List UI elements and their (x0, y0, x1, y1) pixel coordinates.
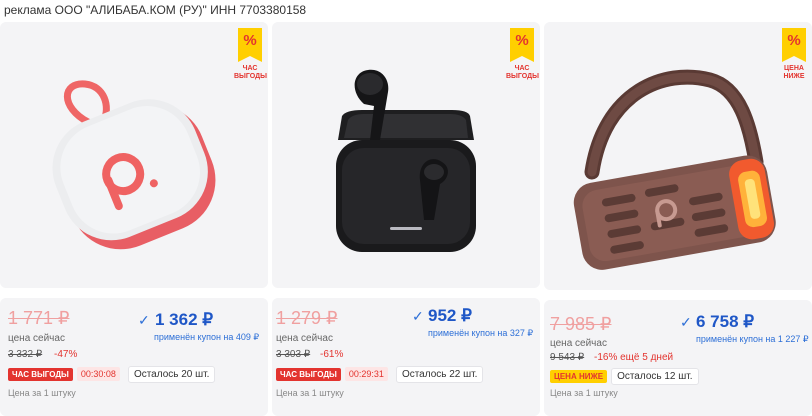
price-now-label: цена сейчас (8, 333, 65, 344)
price-now-label: цена сейчас (550, 338, 607, 349)
product-image-area[interactable]: % ЧАС ВЫГОДЫ (0, 22, 268, 288)
per-unit-note: Цена за 1 штуку (276, 388, 344, 398)
discount-percent: -16% ещё 5 дней (594, 352, 674, 363)
discount-percent: -61% (320, 349, 344, 360)
product-image (52, 80, 216, 250)
per-unit-note: Цена за 1 штуку (550, 388, 618, 398)
countdown-timer: 00:29:31 (344, 367, 388, 381)
old-price: 7 985 ₽ (550, 314, 612, 334)
discount-percent: -47% (54, 349, 78, 360)
base-price: 9 543 ₽ (550, 352, 585, 363)
lower-price-tag: ЦЕНА НИЖЕ (550, 369, 608, 383)
price-panel: 7 985 ₽ цена сейчас 9 543 ₽ -16% ещё 5 д… (544, 300, 812, 416)
stock-left: Осталось 12 шт. (611, 367, 699, 385)
tag-row: ЧАС ВЫГОДЫ 00:29:31 Осталось 22 шт. (276, 365, 484, 383)
coupon-label: применён купон на 327 ₽ (428, 328, 534, 338)
price-panel: 1 771 ₽ цена сейчас 3 332 ₽ -47% ✓ 1 362… (0, 298, 268, 416)
tag-row: ЦЕНА НИЖЕ Осталось 12 шт. (550, 367, 699, 385)
percent-tag-icon: % (510, 28, 534, 62)
coupon-price: 1 362 ₽ (155, 310, 214, 329)
percent-tag-icon: % (782, 28, 806, 62)
product-image-area[interactable]: % ЧАС ВЫГОДЫ (272, 22, 540, 288)
price-panel: 1 279 ₽ цена сейчас 3 303 ₽ -61% ✓ 952 ₽… (272, 298, 540, 416)
product-card[interactable]: % ЧАС ВЫГОДЫ 1 771 ₽ цена сейчас 3 332 ₽… (0, 22, 268, 416)
old-price: 1 771 ₽ (8, 308, 70, 328)
per-unit-note: Цена за 1 штуку (8, 388, 76, 398)
price-now-label: цена сейчас (276, 333, 333, 344)
base-price: 3 303 ₽ (276, 349, 311, 360)
product-card[interactable]: % ЧАС ВЫГОДЫ 1 279 ₽ цена сейчас 3 303 ₽… (272, 22, 540, 416)
coupon-price: 6 758 ₽ (696, 312, 755, 331)
base-price: 3 332 ₽ (8, 349, 43, 360)
stock-left: Осталось 20 шт. (127, 365, 216, 383)
product-image (573, 69, 776, 270)
percent-tag-icon: % (238, 28, 262, 62)
deal-hour-tag: ЧАС ВЫГОДЫ (276, 367, 341, 381)
countdown-timer: 00:30:08 (76, 367, 120, 381)
promo-badge-text: ЧАС ВЫГОДЫ (506, 65, 539, 80)
product-image-area[interactable]: % ЦЕНА НИЖЕ (544, 22, 812, 290)
promo-badge: % ЧАС ВЫГОДЫ (506, 28, 539, 81)
check-icon: ✓ (138, 312, 150, 328)
promo-badge: % ЦЕНА НИЖЕ (778, 28, 810, 81)
check-icon: ✓ (680, 314, 692, 330)
promo-badge-text: ЦЕНА НИЖЕ (783, 65, 805, 80)
product-card[interactable]: % ЦЕНА НИЖЕ 7 985 ₽ цена сейчас 9 543 ₽ … (544, 22, 812, 416)
tag-row: ЧАС ВЫГОДЫ 00:30:08 Осталось 20 шт. (8, 365, 216, 383)
old-price: 1 279 ₽ (276, 308, 338, 328)
promo-badge: % ЧАС ВЫГОДЫ (234, 28, 267, 81)
check-icon: ✓ (412, 308, 424, 324)
deal-hour-tag: ЧАС ВЫГОДЫ (8, 367, 73, 381)
product-image (336, 69, 476, 252)
coupon-price: 952 ₽ (428, 306, 472, 325)
coupon-label: применён купон на 409 ₽ (154, 332, 260, 342)
coupon-label: применён купон на 1 227 ₽ (696, 334, 809, 344)
stock-left: Осталось 22 шт. (395, 365, 484, 383)
ad-disclosure: реклама ООО "АЛИБАБА.КОМ (РУ)" ИНН 77033… (4, 3, 307, 17)
promo-badge-text: ЧАС ВЫГОДЫ (234, 65, 267, 80)
